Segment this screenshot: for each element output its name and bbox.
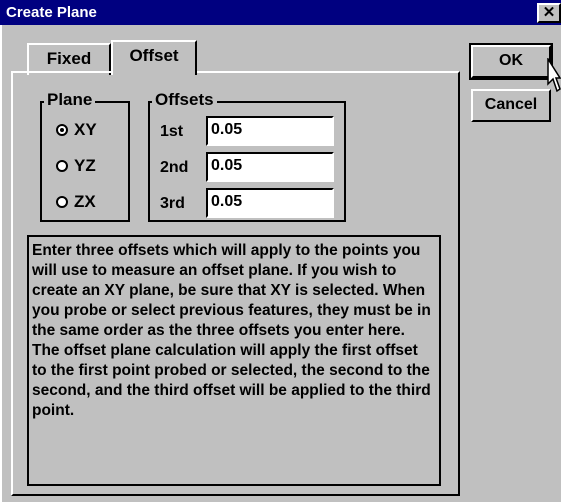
radio-zx[interactable]: ZX [56, 193, 96, 211]
mouse-pointer-icon [547, 58, 561, 93]
tab-offset-label: Offset [129, 46, 179, 65]
cancel-button-label: Cancel [484, 96, 538, 113]
radio-unselected-icon [56, 160, 68, 172]
cancel-button[interactable]: Cancel [471, 89, 551, 122]
close-button[interactable]: ✕ [537, 3, 561, 23]
offset-1st-input[interactable]: 0.05 [206, 116, 334, 146]
window-title: Create Plane [6, 4, 97, 21]
offset-2nd-label: 2nd [160, 159, 189, 176]
tab-fixed-label: Fixed [46, 49, 92, 68]
radio-zx-label: ZX [74, 192, 96, 211]
radio-xy-label: XY [74, 120, 97, 139]
radio-unselected-icon [56, 196, 68, 208]
plane-group-legend: Plane [44, 91, 96, 109]
ok-button[interactable]: OK [469, 43, 553, 80]
offset-1st-label: 1st [160, 123, 184, 140]
description-text: Enter three offsets which will apply to … [27, 235, 441, 486]
title-bar[interactable]: Create Plane ✕ [0, 0, 561, 25]
close-icon: ✕ [542, 4, 556, 21]
offset-2nd-input[interactable]: 0.05 [206, 152, 334, 182]
radio-yz[interactable]: YZ [56, 157, 96, 175]
radio-yz-label: YZ [74, 156, 96, 175]
radio-selected-icon [56, 124, 68, 136]
offsets-group-legend: Offsets [152, 91, 217, 109]
offset-3rd-label: 3rd [160, 195, 185, 212]
offset-3rd-input[interactable]: 0.05 [206, 188, 334, 218]
tab-offset[interactable]: Offset [111, 40, 197, 75]
ok-button-label: OK [499, 52, 523, 69]
radio-xy[interactable]: XY [56, 121, 97, 139]
